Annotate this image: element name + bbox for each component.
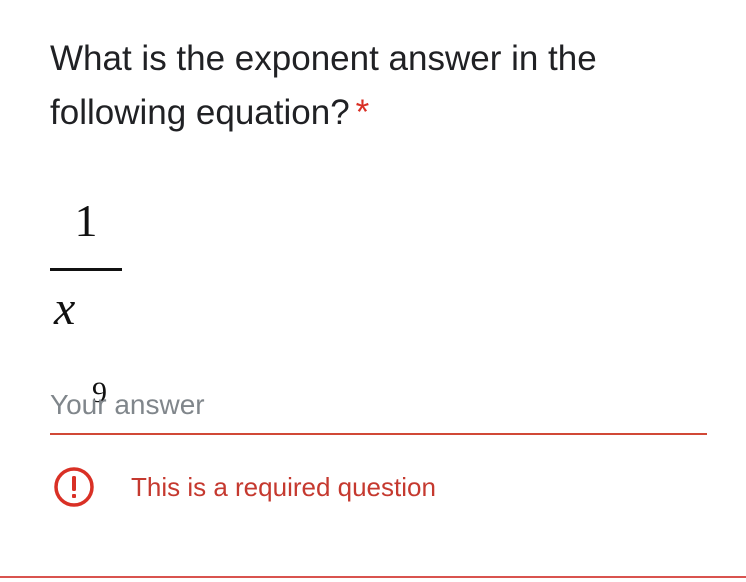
question-title: What is the exponent answer in the follo… (50, 32, 700, 140)
card-error-border (0, 576, 746, 578)
error-icon (54, 467, 94, 507)
equation-numerator: 1 (74, 195, 98, 246)
question-card: What is the exponent answer in the follo… (0, 0, 746, 582)
equation-image: 1 x 9 (48, 190, 128, 408)
answer-input[interactable] (50, 380, 707, 430)
equation-denominator: x 9 (54, 282, 107, 408)
answer-underline (50, 433, 707, 435)
required-marker: * (355, 93, 370, 132)
error-message: This is a required question (131, 471, 436, 502)
question-title-text: What is the exponent answer in the follo… (50, 39, 597, 132)
fraction-bar (50, 268, 122, 271)
validation-error: This is a required question (52, 462, 436, 512)
equation-base: x (54, 282, 76, 335)
